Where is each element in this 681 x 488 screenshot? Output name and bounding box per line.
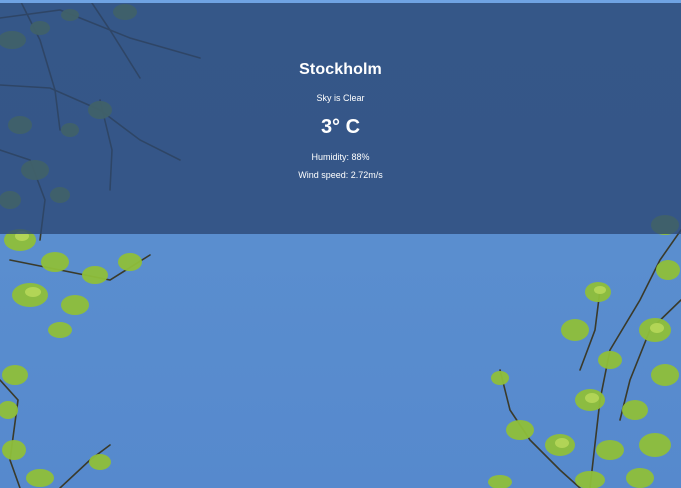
weather-condition: Sky is Clear [316, 93, 365, 103]
wind-speed: Wind speed: 2.72m/s [298, 170, 383, 180]
city-name: Stockholm [299, 61, 382, 78]
app-background: Stockholm Sky is Clear 3° C Humidity: 88… [0, 0, 681, 488]
humidity: Humidity: 88% [311, 152, 370, 162]
temperature: 3° C [320, 116, 361, 138]
top-border [0, 0, 681, 3]
weather-info-panel: Stockholm Sky is Clear 3° C Humidity: 88… [0, 3, 681, 234]
